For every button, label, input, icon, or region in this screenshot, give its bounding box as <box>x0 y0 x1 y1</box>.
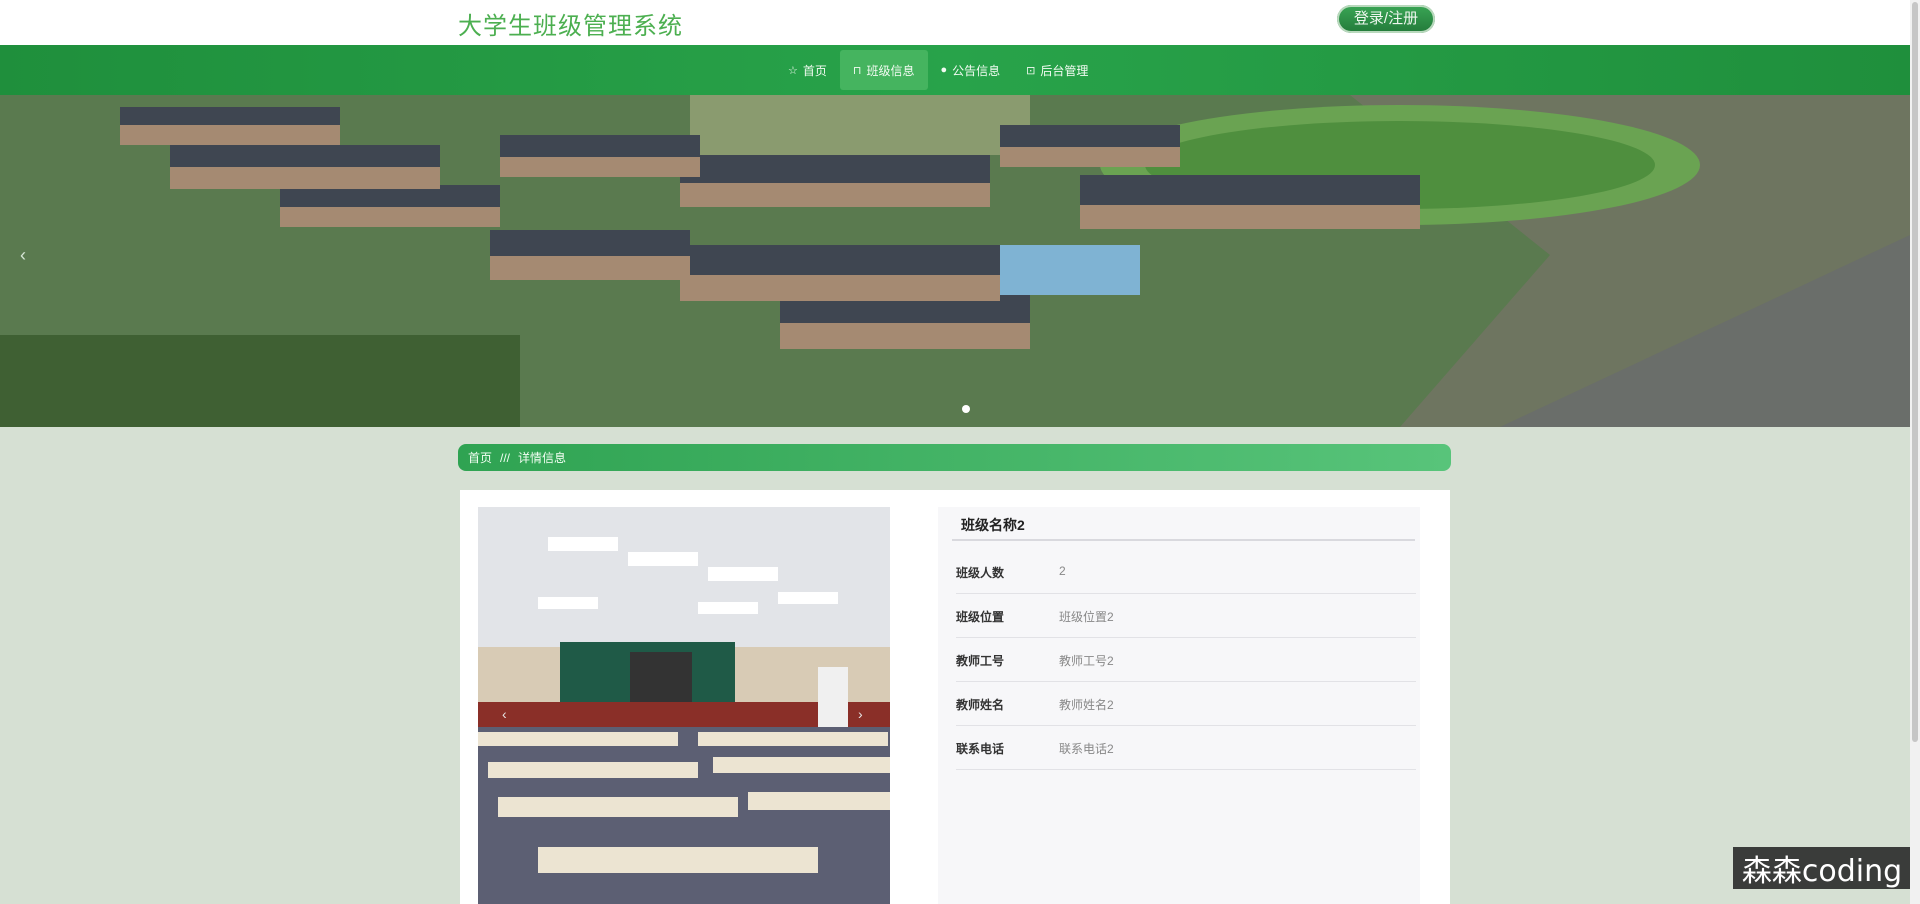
info-row-teacher-id: 教师工号 教师工号2 <box>956 638 1416 682</box>
info-label: 联系电话 <box>956 742 1005 756</box>
scroll-thumb[interactable] <box>1912 2 1918 742</box>
detail-card: ‹ › 班级名称2 班级人数 2 班级位置 班级位置2 教师工号 教师工号2 教… <box>460 490 1450 904</box>
banner-dot[interactable] <box>962 405 970 413</box>
star-icon: ☆ <box>788 64 798 77</box>
campus-banner-carousel: ‹ <box>0 95 1910 427</box>
info-label: 教师姓名 <box>956 698 1005 712</box>
info-icon: ● <box>940 64 948 76</box>
classroom-photo <box>478 507 890 904</box>
nav-item-home[interactable]: ☆ 首页 <box>775 50 840 90</box>
nav-item-label: 首页 <box>802 63 827 78</box>
info-label: 教师工号 <box>956 654 1005 668</box>
banner-indicators <box>962 405 970 413</box>
info-value: 教师工号2 <box>1059 654 1114 668</box>
class-info-panel: 班级名称2 班级人数 2 班级位置 班级位置2 教师工号 教师工号2 教师姓名 … <box>938 507 1420 904</box>
page-scrollbar[interactable] <box>1910 0 1920 904</box>
login-register-button[interactable]: 登录/注册 <box>1337 5 1435 33</box>
main-nav: ☆ 首页 ⊓ 班级信息 ● 公告信息 ⊡ 后台管理 <box>0 45 1910 95</box>
bag-icon: ⊓ <box>852 64 862 77</box>
nav-item-label: 后台管理 <box>1040 63 1089 78</box>
nav-item-admin[interactable]: ⊡ 后台管理 <box>1013 50 1101 90</box>
info-label: 班级位置 <box>956 610 1005 624</box>
breadcrumb-current: 详情信息 <box>518 451 567 465</box>
banner-prev-arrow[interactable]: ‹ <box>20 245 26 266</box>
photo-prev-arrow[interactable]: ‹ <box>502 706 507 722</box>
info-row-teacher-name: 教师姓名 教师姓名2 <box>956 682 1416 726</box>
info-value: 教师姓名2 <box>1059 698 1114 712</box>
photo-next-arrow[interactable]: › <box>858 706 863 722</box>
top-header: 大学生班级管理系统 登录/注册 <box>0 0 1910 45</box>
dashboard-icon: ⊡ <box>1026 64 1036 77</box>
breadcrumb: 首页 /// 详情信息 <box>458 444 1451 471</box>
info-value: 2 <box>1059 564 1066 578</box>
campus-aerial-image <box>0 95 1910 427</box>
breadcrumb-separator: /// <box>500 450 511 465</box>
site-title: 大学生班级管理系统 <box>458 12 683 40</box>
nav-item-label: 公告信息 <box>952 63 1001 78</box>
class-name-title: 班级名称2 <box>961 517 1025 533</box>
nav-item-class-info[interactable]: ⊓ 班级信息 <box>839 50 928 90</box>
info-row-class-size: 班级人数 2 <box>956 550 1416 594</box>
breadcrumb-home[interactable]: 首页 <box>468 449 492 466</box>
watermark: 森森coding <box>1733 847 1911 889</box>
info-value: 联系电话2 <box>1059 742 1114 756</box>
info-row-class-location: 班级位置 班级位置2 <box>956 594 1416 638</box>
class-photo-carousel: ‹ › <box>478 507 890 904</box>
info-row-phone: 联系电话 联系电话2 <box>956 726 1416 770</box>
title-divider <box>952 539 1415 541</box>
nav-item-announcements[interactable]: ● 公告信息 <box>928 50 1014 90</box>
nav-item-label: 班级信息 <box>866 63 915 78</box>
info-value: 班级位置2 <box>1059 610 1114 624</box>
info-label: 班级人数 <box>956 566 1005 580</box>
